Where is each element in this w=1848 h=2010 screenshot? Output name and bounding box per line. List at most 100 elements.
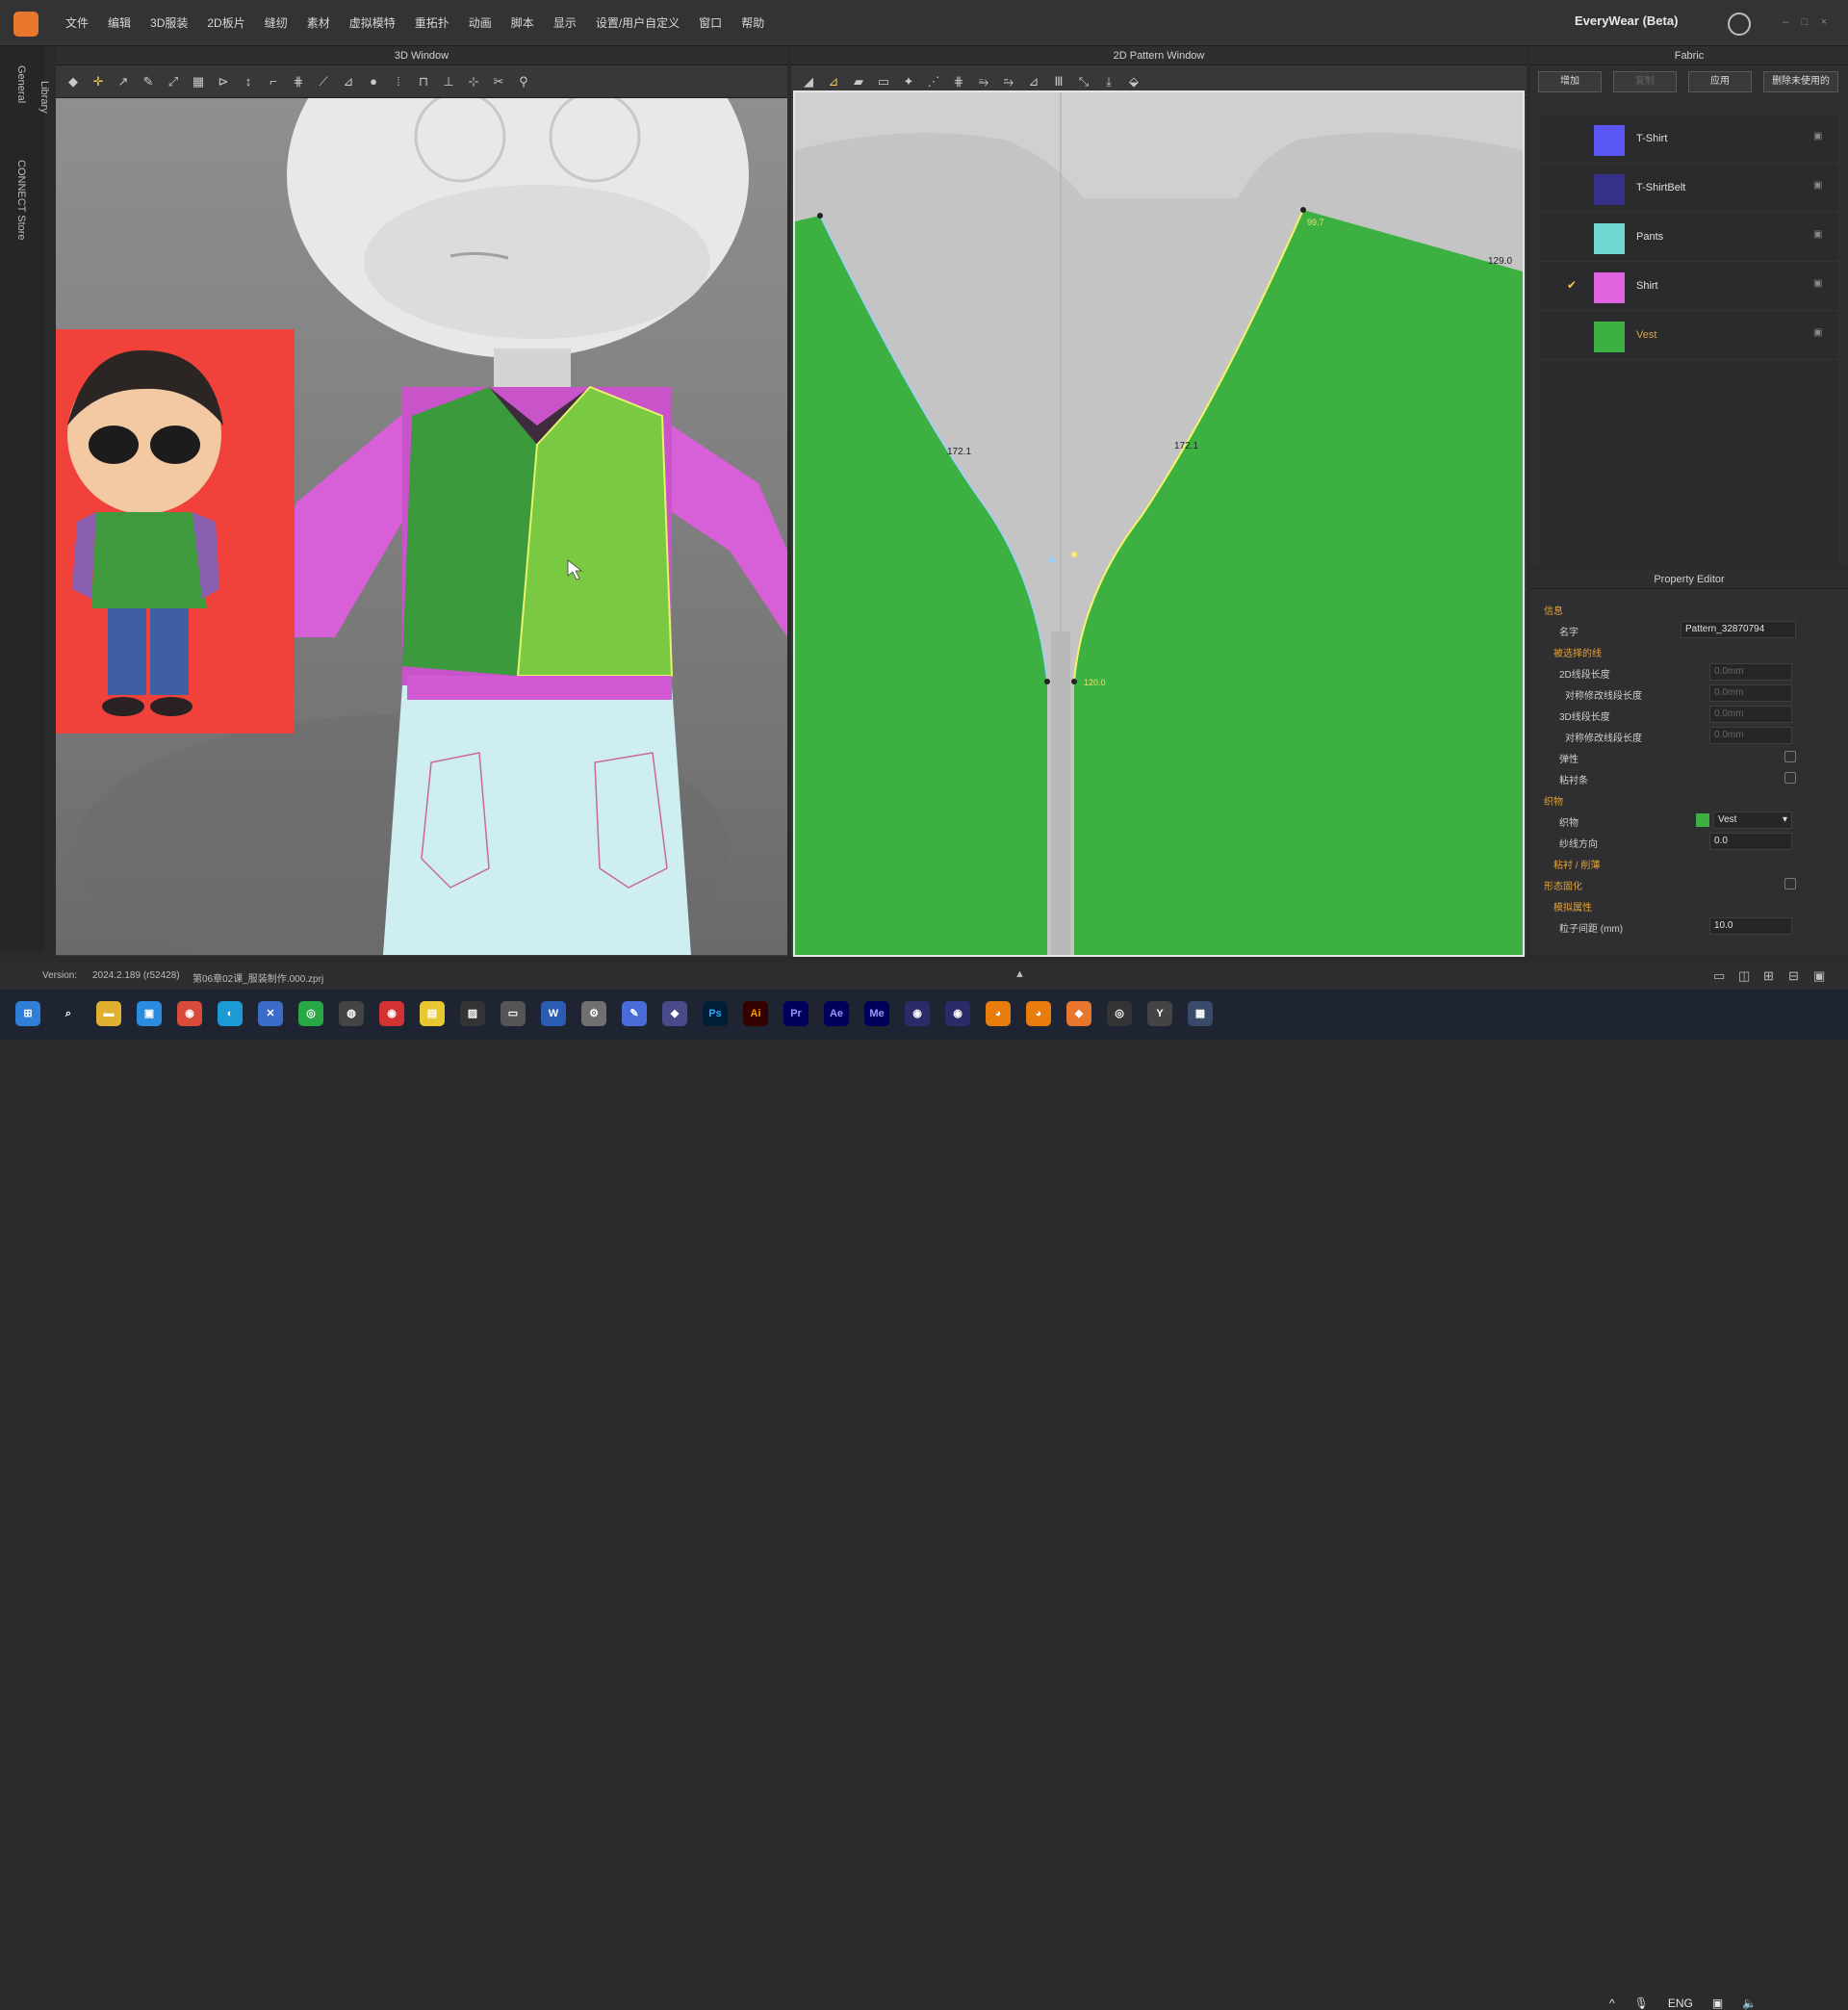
- dart-icon[interactable]: ⋰: [926, 74, 941, 90]
- prop-section-fuse[interactable]: 粘衬 / 削薄: [1530, 853, 1836, 874]
- brush-tool-icon[interactable]: ⚲: [516, 74, 531, 90]
- pattern-name-field[interactable]: Pattern_32870794: [1681, 621, 1796, 638]
- fabric-item[interactable]: ✔ Shirt ▣: [1540, 263, 1838, 311]
- start-icon[interactable]: ⊞: [15, 1001, 40, 1026]
- sew-tool-icon[interactable]: ⊿: [341, 74, 356, 90]
- layout-grid-icon[interactable]: ⊞: [1763, 968, 1774, 984]
- particle-field[interactable]: 10.0: [1709, 917, 1792, 935]
- rectangle-icon[interactable]: ▭: [876, 74, 891, 90]
- menu-sewing[interactable]: 缝纫: [255, 0, 297, 46]
- move-tool-icon[interactable]: ↗: [116, 74, 131, 90]
- calculator-icon[interactable]: ▦: [1188, 1001, 1213, 1026]
- chrome-icon[interactable]: ◉: [177, 1001, 202, 1026]
- tab-connect-store[interactable]: CONNECT Store: [15, 160, 27, 241]
- cinema4d-alt-icon[interactable]: ◉: [945, 1001, 970, 1026]
- maximize-icon[interactable]: □: [1798, 15, 1811, 29]
- microphone-icon[interactable]: 🎙: [1634, 1997, 1649, 2010]
- pin-tool-icon[interactable]: ⊳: [216, 74, 231, 90]
- close-icon[interactable]: ×: [1817, 15, 1831, 29]
- grading-icon[interactable]: ⋕: [951, 74, 966, 90]
- copy-fabric-button[interactable]: 复制: [1613, 71, 1677, 92]
- blender-alt-icon[interactable]: ◕: [1026, 1001, 1051, 1026]
- fold-tool-icon[interactable]: ✎: [141, 74, 156, 90]
- free-sewing-icon[interactable]: ⥲: [1001, 74, 1016, 90]
- measure-tool-icon[interactable]: ↕: [241, 74, 256, 90]
- tape-icon[interactable]: ⤓: [1101, 74, 1116, 90]
- menu-animation[interactable]: 动画: [459, 0, 501, 46]
- shape-checkbox[interactable]: [1784, 878, 1796, 889]
- lock-icon[interactable]: ▣: [1813, 278, 1822, 289]
- resolve-icon[interactable]: ◎: [1107, 1001, 1132, 1026]
- prop-section-line[interactable]: 被选择的线: [1530, 641, 1836, 662]
- vscode-icon[interactable]: ✕: [258, 1001, 283, 1026]
- prop-section-fabric[interactable]: 织物: [1530, 789, 1836, 811]
- ai-assistant-icon[interactable]: ◆: [662, 1001, 687, 1026]
- layout-split-icon[interactable]: ◫: [1738, 968, 1750, 984]
- fabric-select[interactable]: Vest ▾: [1713, 812, 1792, 829]
- transform-pattern-icon[interactable]: ◢: [801, 74, 816, 90]
- garment-tool-icon[interactable]: ▦: [191, 74, 206, 90]
- everywear-label[interactable]: EveryWear (Beta): [1575, 13, 1678, 28]
- pattern-tool-icon[interactable]: ⌐: [266, 74, 281, 90]
- tack-icon[interactable]: ⊿: [1026, 74, 1041, 90]
- select-mesh-icon[interactable]: ◆: [65, 74, 81, 90]
- settings-icon[interactable]: ⚙: [581, 1001, 606, 1026]
- language-indicator[interactable]: ENG: [1668, 1997, 1693, 2010]
- minimize-icon[interactable]: –: [1779, 15, 1792, 29]
- qq-icon[interactable]: ◍: [339, 1001, 364, 1026]
- tab-general[interactable]: General: [15, 65, 27, 103]
- layout-quad-icon[interactable]: ⊟: [1788, 968, 1799, 984]
- transform-pin-icon[interactable]: ✛: [90, 74, 106, 90]
- word-icon[interactable]: W: [541, 1001, 566, 1026]
- edge-icon[interactable]: ◐: [218, 1001, 243, 1026]
- cinema4d-icon[interactable]: ◉: [905, 1001, 930, 1026]
- volume-icon[interactable]: 🔈: [1742, 1997, 1757, 2010]
- menu-retopology[interactable]: 重拓扑: [405, 0, 459, 46]
- stretch-tool-icon[interactable]: ⤢: [166, 74, 181, 90]
- menu-settings[interactable]: 设置/用户自定义: [586, 0, 689, 46]
- prop-section-sim[interactable]: 模拟属性: [1530, 895, 1836, 916]
- menu-file[interactable]: 文件: [56, 0, 98, 46]
- pleat-icon[interactable]: Ⅲ: [1051, 74, 1066, 90]
- 2d-pattern-viewport[interactable]: 172.1 172.1 129.0 99.7 120.0: [793, 90, 1525, 957]
- app-logo-icon[interactable]: [13, 12, 38, 37]
- point-tool-icon[interactable]: ●: [366, 74, 381, 90]
- menu-display[interactable]: 显示: [544, 0, 586, 46]
- blender-icon[interactable]: ◕: [986, 1001, 1011, 1026]
- layout-single-icon[interactable]: ▭: [1713, 968, 1725, 984]
- photoshop-icon[interactable]: Ps: [703, 1001, 728, 1026]
- layout-fit-icon[interactable]: ▣: [1813, 968, 1825, 984]
- search-icon[interactable]: ⌕: [56, 1001, 81, 1026]
- netease-icon[interactable]: ◉: [379, 1001, 404, 1026]
- tape-checkbox[interactable]: [1784, 772, 1796, 784]
- explorer-icon[interactable]: ▬: [96, 1001, 121, 1026]
- line2d-field[interactable]: 0.0mm: [1709, 663, 1792, 681]
- grain-field[interactable]: 0.0: [1709, 833, 1792, 850]
- lock-icon[interactable]: ▣: [1813, 131, 1822, 142]
- sym2d-field[interactable]: 0.0mm: [1709, 684, 1792, 702]
- segment-sewing-icon[interactable]: ⥱: [976, 74, 991, 90]
- lock-icon[interactable]: ▣: [1813, 327, 1822, 338]
- menu-2d-pattern[interactable]: 2D板片: [197, 0, 254, 46]
- capcut-icon[interactable]: ▨: [460, 1001, 485, 1026]
- lock-icon[interactable]: ▣: [1813, 180, 1822, 191]
- menu-avatar[interactable]: 虚拟模特: [340, 0, 405, 46]
- 3d-viewport[interactable]: [56, 98, 787, 955]
- yandex-icon[interactable]: Y: [1147, 1001, 1172, 1026]
- prop-section-info[interactable]: 信息: [1530, 599, 1836, 620]
- menu-help[interactable]: 帮助: [732, 0, 774, 46]
- expand-up-icon[interactable]: ▲: [1014, 968, 1025, 980]
- illustrator-icon[interactable]: Ai: [743, 1001, 768, 1026]
- fabric-item[interactable]: T-Shirt ▣: [1540, 116, 1838, 164]
- fabric-item[interactable]: Pants ▣: [1540, 214, 1838, 262]
- apply-fabric-button[interactable]: 应用: [1688, 71, 1752, 92]
- display-icon[interactable]: ▣: [1712, 1997, 1723, 2010]
- store-icon[interactable]: ▣: [137, 1001, 162, 1026]
- fabric-item[interactable]: T-ShirtBelt ▣: [1540, 165, 1838, 213]
- polygon-icon[interactable]: ▰: [851, 74, 866, 90]
- notes-icon[interactable]: ▤: [420, 1001, 445, 1026]
- menu-script[interactable]: 脚本: [501, 0, 544, 46]
- menu-window[interactable]: 窗口: [689, 0, 732, 46]
- terminal-icon[interactable]: ▭: [500, 1001, 526, 1026]
- grid-tool-icon[interactable]: ⋕: [291, 74, 306, 90]
